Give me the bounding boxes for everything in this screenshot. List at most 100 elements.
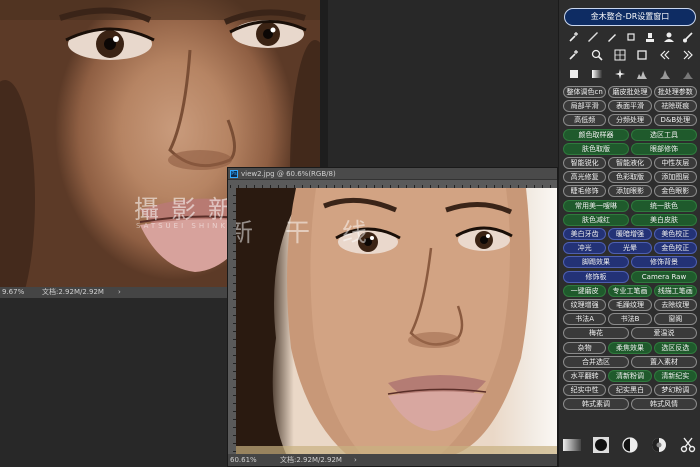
action-button[interactable]: 专业工笔画 <box>608 284 652 297</box>
action-button[interactable]: 批处理参数 <box>653 86 697 98</box>
swatch-icon[interactable] <box>567 67 581 81</box>
action-button[interactable]: 柔焦效果 <box>608 341 652 354</box>
photoshop-workspace: 攝影新干线 SATSUEI SHINKANSEN 9.67% 文档:2.92M/… <box>0 0 700 467</box>
action-button[interactable]: 美白牙齿 <box>563 228 607 240</box>
tool-row-3 <box>567 67 695 81</box>
histogram-alt-icon[interactable] <box>658 67 672 81</box>
action-button[interactable]: 中性灰层 <box>653 157 697 169</box>
eyedropper-plus-icon[interactable] <box>567 30 581 44</box>
sparkle-icon[interactable] <box>613 67 627 81</box>
action-button[interactable]: 线描工笔画 <box>653 284 697 297</box>
status-arrow-icon[interactable]: › <box>118 287 121 298</box>
action-button[interactable]: D&B处理 <box>653 114 697 127</box>
action-button[interactable]: 智能锐化 <box>563 157 607 169</box>
histogram-dark-icon[interactable] <box>681 67 695 81</box>
action-button[interactable]: 高低频 <box>563 114 607 127</box>
brush-icon[interactable] <box>681 30 695 44</box>
action-button[interactable]: 肤色减红 <box>563 213 629 226</box>
action-button[interactable]: 纪实黑白 <box>608 384 652 397</box>
dr-settings-panel: 金木整合-DR设置窗口 整体调色cn 磨皮批处理 批处理参数 局部平滑 表面平滑… <box>558 0 700 467</box>
square-icon[interactable] <box>635 48 649 62</box>
action-button[interactable]: 去除纹理 <box>653 299 697 311</box>
action-button[interactable]: 纹理增强 <box>563 299 607 311</box>
magnifier-icon[interactable] <box>590 48 604 62</box>
action-button[interactable]: 水平翻转 <box>563 370 607 382</box>
action-button[interactable]: 颜色取样器 <box>563 128 629 141</box>
action-button[interactable]: 毛躁纹理 <box>608 299 652 311</box>
action-button[interactable]: 添加图层 <box>653 171 697 184</box>
action-button[interactable]: 局部平滑 <box>563 100 607 113</box>
action-button[interactable]: 清新纪实 <box>653 370 697 382</box>
action-button[interactable]: 肤色取版 <box>563 142 629 155</box>
action-button[interactable]: 美白皮肤 <box>631 213 697 226</box>
document-title: view2.jpg @ 60.6%(RGB/8) <box>241 170 336 178</box>
action-button[interactable]: 磨皮批处理 <box>608 86 652 98</box>
action-button[interactable]: 清新粉调 <box>608 370 652 382</box>
bottom-toolbar <box>563 436 697 454</box>
half-circle-icon[interactable] <box>621 436 639 454</box>
gradient-icon[interactable] <box>590 67 604 81</box>
action-button[interactable]: 眼部修饰 <box>631 142 697 155</box>
action-button[interactable]: 表面平滑 <box>608 100 652 113</box>
action-button[interactable]: 合并选区 <box>563 355 629 368</box>
action-button[interactable]: 梦幻粉调 <box>653 384 697 397</box>
ruler-vertical[interactable] <box>228 188 236 454</box>
action-button[interactable]: 分频处理 <box>608 114 652 127</box>
document-window-front: Ps view2.jpg @ 60.6%(RGB/8) 新 干 线 60.61%… <box>227 167 558 467</box>
action-button[interactable]: 梅花 <box>563 327 629 340</box>
action-button[interactable]: 常用美一嗖啉 <box>563 199 629 212</box>
action-button[interactable]: 金色校正 <box>653 242 697 255</box>
action-button[interactable]: 一键磨皮 <box>563 284 607 297</box>
action-button[interactable]: 爱温说 <box>631 327 697 340</box>
document-tab[interactable]: Ps view2.jpg @ 60.6%(RGB/8) <box>228 168 557 180</box>
action-button[interactable]: 脚踢效果 <box>563 256 629 269</box>
action-button[interactable]: 韩式风情 <box>631 398 697 411</box>
action-button[interactable]: 美色校正 <box>653 228 697 240</box>
action-button[interactable]: 智能液化 <box>608 157 652 169</box>
ruler-icon[interactable] <box>586 30 600 44</box>
action-button[interactable]: 选区工具 <box>631 128 697 141</box>
zoom-readout-front[interactable]: 60.61% <box>230 454 257 466</box>
action-button[interactable]: 祛除斑痕 <box>653 100 697 113</box>
action-button[interactable]: 暖暗增强 <box>608 228 652 240</box>
action-button[interactable]: 光晕 <box>608 242 652 255</box>
contrast-icon[interactable] <box>650 436 668 454</box>
action-button[interactable]: 添加眼影 <box>608 185 652 198</box>
action-button[interactable]: 置入素材 <box>631 355 697 368</box>
crop-icon[interactable] <box>624 30 638 44</box>
grid-icon[interactable] <box>613 48 627 62</box>
status-arrow-front-icon[interactable]: › <box>354 454 357 466</box>
action-button[interactable]: 韩式素调 <box>563 398 629 411</box>
action-button[interactable]: 金色眼影 <box>653 185 697 198</box>
canvas-front[interactable]: 新 干 线 <box>236 188 557 454</box>
action-button[interactable]: 睫毛修饰 <box>563 185 607 198</box>
histogram-icon[interactable] <box>635 67 649 81</box>
action-button[interactable]: 纪实中性 <box>563 384 607 397</box>
action-button[interactable]: 书法B <box>608 313 652 326</box>
scissors-icon[interactable] <box>679 436 697 454</box>
status-bar-front: 60.61% 文档:2.92M/2.92M › <box>228 454 557 466</box>
zoom-readout[interactable]: 9.67% <box>2 287 24 298</box>
person-icon[interactable] <box>662 30 676 44</box>
action-button[interactable]: 书法A <box>563 313 607 326</box>
brush-plus-icon[interactable] <box>567 48 581 62</box>
action-button[interactable]: 修饰板 <box>563 270 629 283</box>
action-button[interactable]: 高光修复 <box>563 171 607 184</box>
action-button[interactable]: 统一肤色 <box>631 199 697 212</box>
action-button[interactable]: 窗阁 <box>653 313 697 326</box>
gradient-swatch-icon[interactable] <box>563 436 581 454</box>
panel-title[interactable]: 金木整合-DR设置窗口 <box>564 8 696 26</box>
action-button[interactable]: 选区反选 <box>653 341 697 354</box>
action-button[interactable]: 整体调色cn <box>563 86 607 98</box>
double-left-icon[interactable] <box>658 48 672 62</box>
double-right-icon[interactable] <box>681 48 695 62</box>
circle-dot-icon[interactable] <box>592 436 610 454</box>
action-button[interactable]: 杂物 <box>563 341 607 354</box>
action-button[interactable]: 色彩取版 <box>608 171 652 184</box>
action-button[interactable]: 修饰背景 <box>631 256 697 269</box>
ruler-horizontal[interactable] <box>228 180 557 188</box>
pencil-icon[interactable] <box>605 30 619 44</box>
stamp-icon[interactable] <box>643 30 657 44</box>
action-button[interactable]: 冲光 <box>563 242 607 255</box>
action-button[interactable]: Camera Raw <box>631 270 697 283</box>
